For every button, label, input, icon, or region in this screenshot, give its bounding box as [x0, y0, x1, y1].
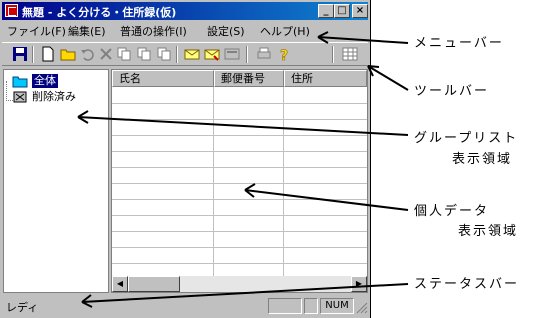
annotation-toolbar: ツールバー	[414, 84, 490, 99]
annotation-grouplist-area: 表示領域	[452, 152, 513, 167]
annotation-personal-data: 個人データ	[414, 204, 490, 219]
annotation-grouplist: グループリスト	[414, 131, 519, 146]
annotation-menubar: メニューバー	[414, 36, 504, 51]
annotation-personal-area: 表示領域	[458, 224, 519, 239]
annotation-statusbar: ステータスバー	[414, 277, 520, 292]
